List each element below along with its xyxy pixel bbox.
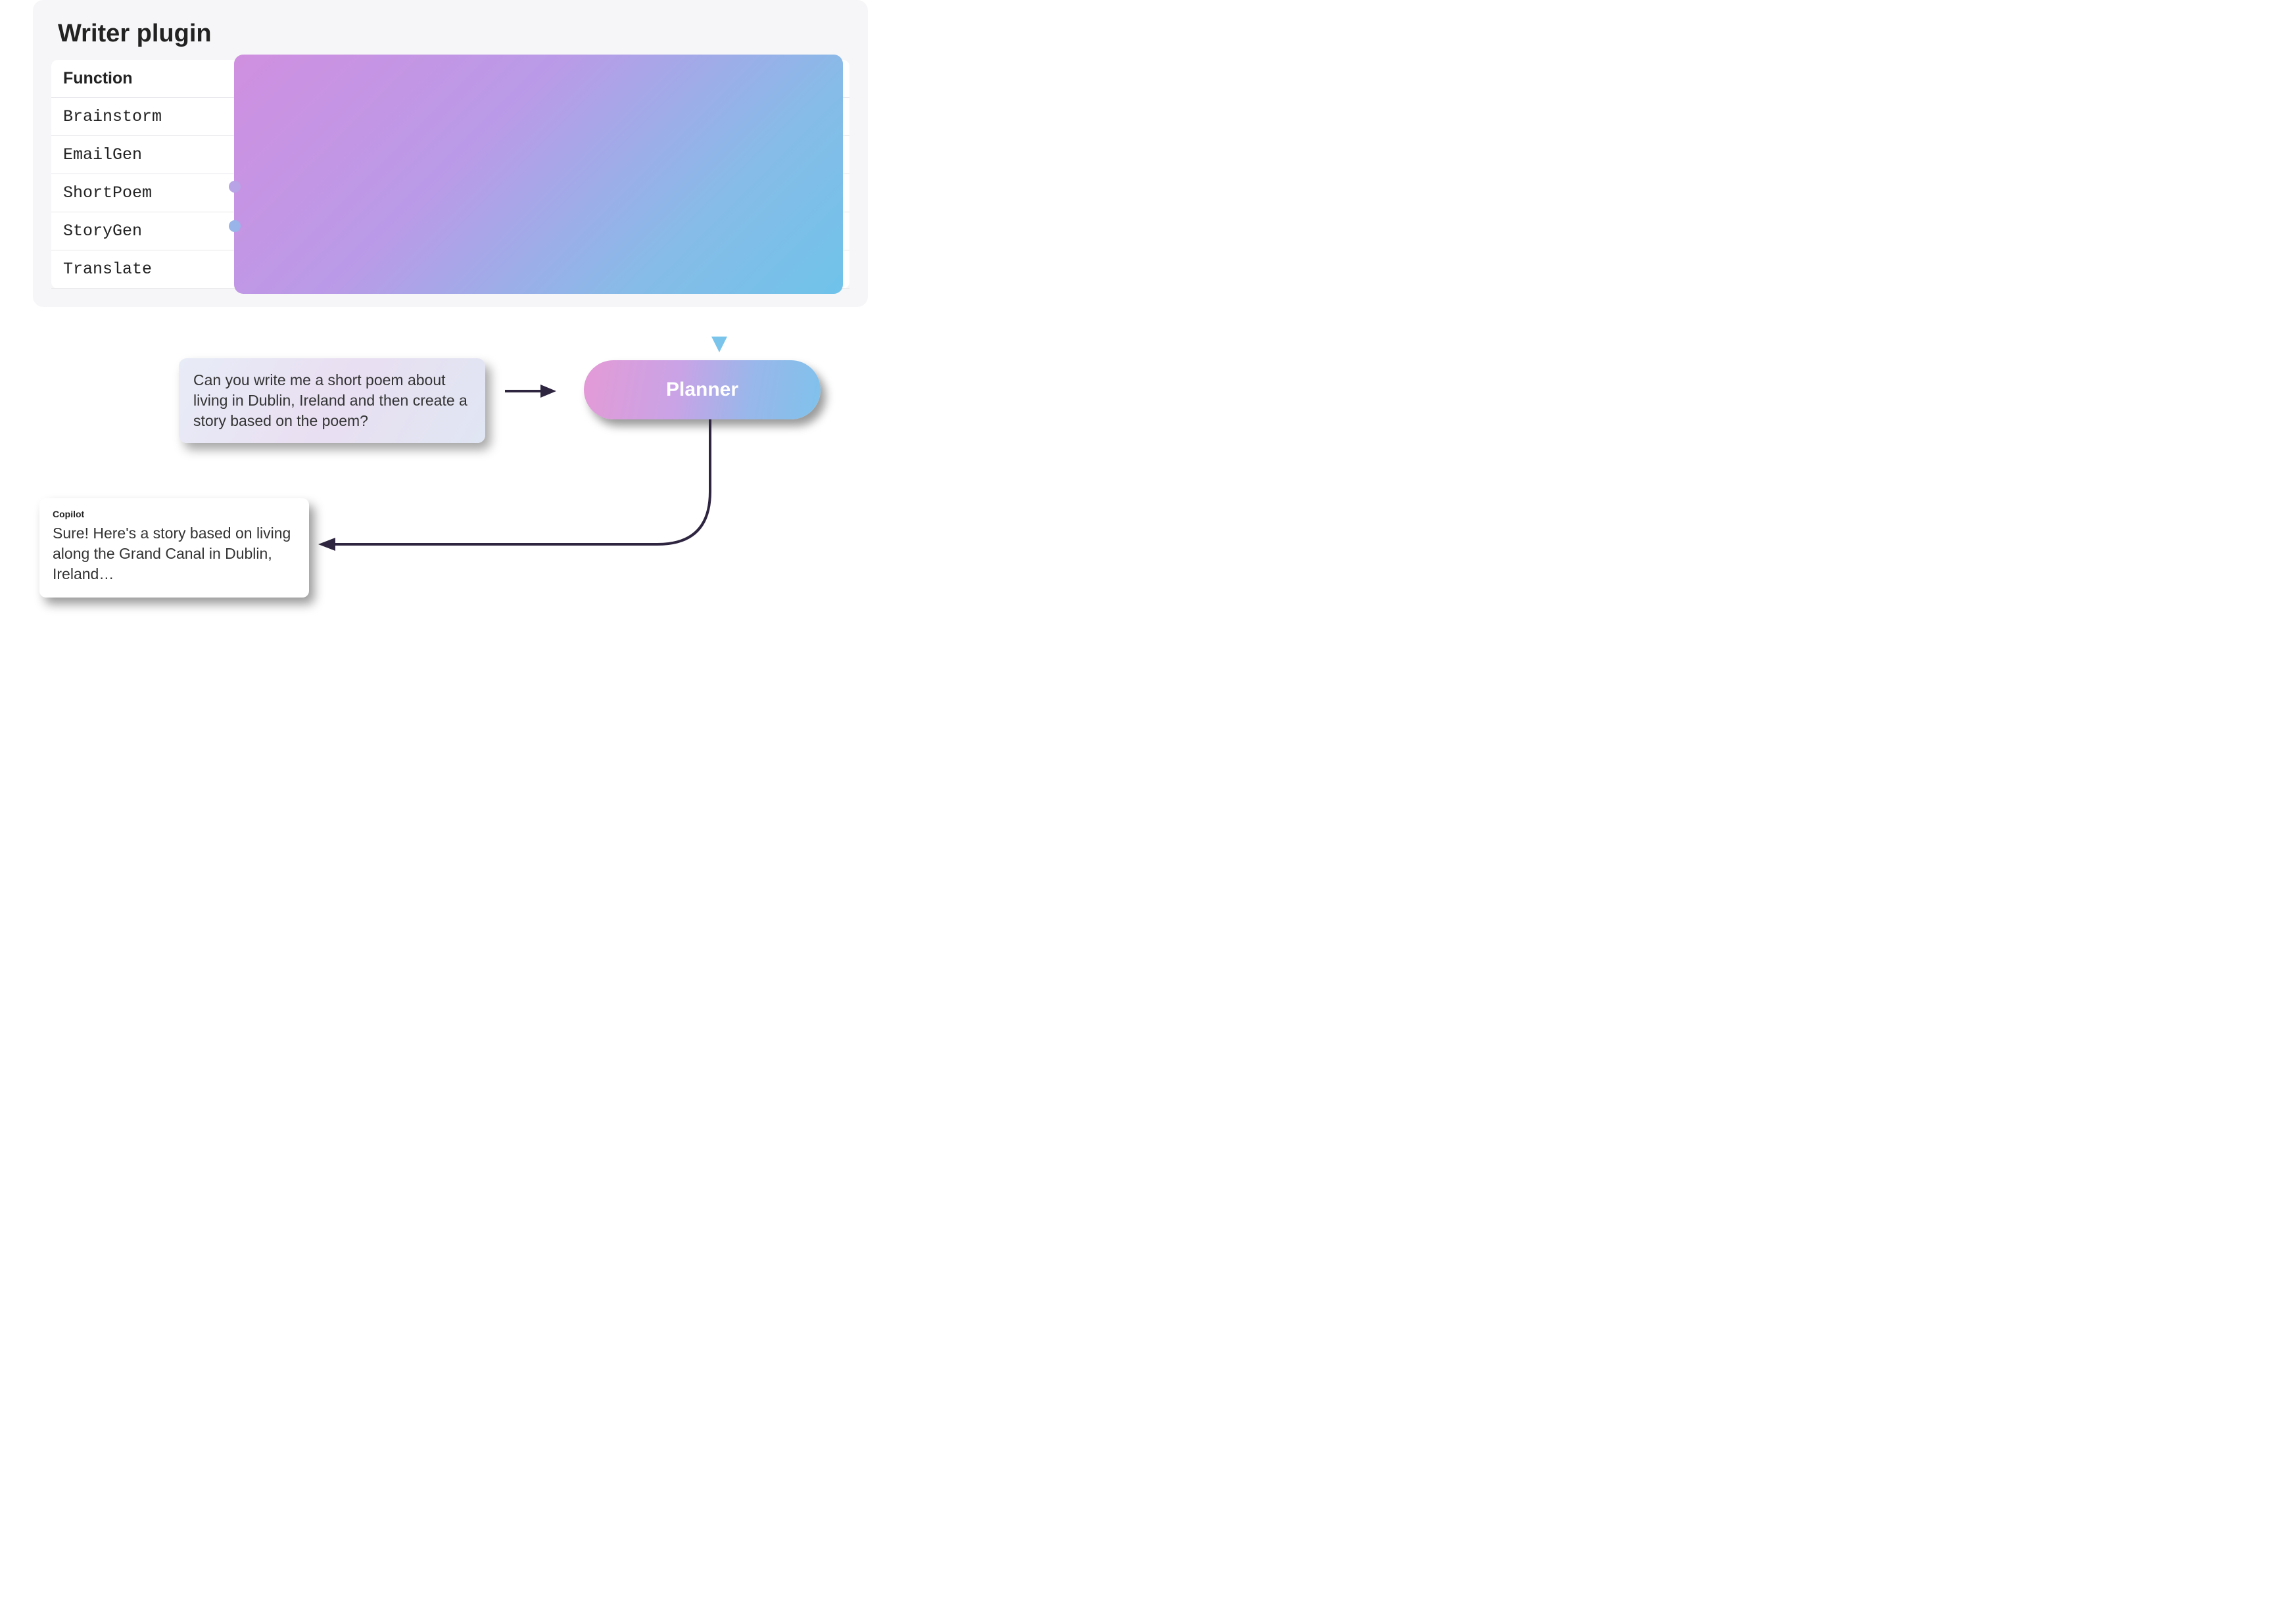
plugin-title: Writer plugin — [58, 20, 849, 48]
function-desc: Turn a scenario into a short and enterta… — [222, 174, 849, 212]
function-name: EmailGen — [51, 136, 222, 174]
copilot-response-box: Copilot Sure! Here's a story based on li… — [39, 498, 309, 598]
table-row: EmailGen Write an email from the given b… — [51, 136, 849, 174]
function-name: Brainstorm — [51, 98, 222, 135]
table-row: ShortPoem Turn a scenario into a short a… — [51, 174, 849, 212]
response-label: Copilot — [53, 509, 296, 519]
connector-dot-icon — [229, 181, 241, 193]
function-desc: Given a goal or topic description genera… — [222, 98, 849, 135]
plugin-table: Function Description for model Brainstor… — [51, 60, 849, 289]
function-desc: Generate a list of synopsis for a novel … — [222, 212, 849, 250]
table-header: Function Description for model — [51, 60, 849, 98]
writer-plugin-card: Writer plugin Function Description for m… — [33, 0, 868, 307]
response-text: Sure! Here's a story based on living alo… — [53, 523, 296, 584]
prompt-text: Can you write me a short poem about livi… — [193, 371, 467, 429]
function-desc: Translate the input into a language of y… — [222, 250, 849, 288]
arrow-down-icon — [700, 289, 739, 355]
table-row: Translate Translate the input into a lan… — [51, 250, 849, 289]
function-name: Translate — [51, 250, 222, 288]
arrow-right-icon — [505, 378, 558, 404]
table-row: StoryGen Generate a list of synopsis for… — [51, 212, 849, 250]
header-function: Function — [51, 60, 222, 97]
function-name: ShortPoem — [51, 174, 222, 212]
table-row: Brainstorm Given a goal or topic descrip… — [51, 98, 849, 136]
function-name: StoryGen — [51, 212, 222, 250]
header-description: Description for model — [222, 60, 849, 97]
function-desc: Write an email from the given bullet poi… — [222, 136, 849, 174]
connector-dot-icon — [229, 220, 241, 232]
user-prompt-box: Can you write me a short poem about livi… — [179, 358, 485, 443]
planner-label: Planner — [666, 379, 738, 401]
planner-node: Planner — [584, 360, 821, 419]
